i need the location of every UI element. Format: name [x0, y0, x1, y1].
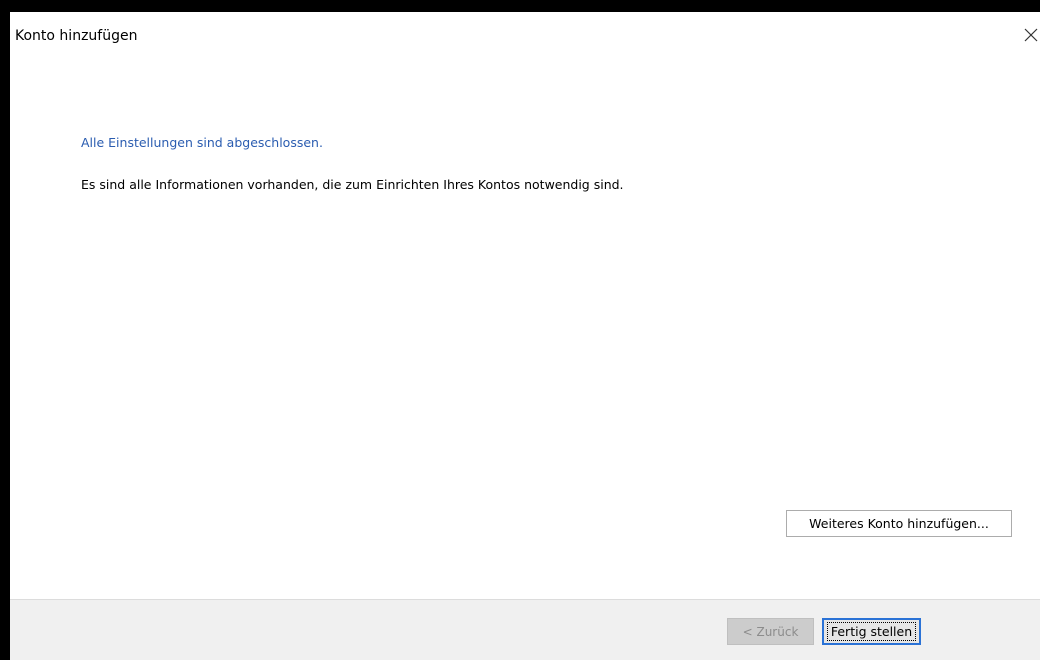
close-icon	[1024, 28, 1038, 42]
completion-description: Es sind alle Informationen vorhanden, di…	[81, 177, 624, 192]
dialog-content: Alle Einstellungen sind abgeschlossen. E…	[10, 62, 1040, 599]
finish-button-label: Fertig stellen	[826, 622, 917, 641]
window-title: Konto hinzufügen	[15, 28, 138, 44]
completion-heading: Alle Einstellungen sind abgeschlossen.	[81, 135, 323, 150]
back-button[interactable]: < Zurück	[727, 618, 814, 645]
add-account-dialog: Konto hinzufügen Alle Einstellungen sind…	[10, 12, 1040, 660]
dialog-footer: < Zurück Fertig stellen	[10, 599, 1040, 660]
close-button[interactable]	[996, 16, 1040, 54]
finish-button[interactable]: Fertig stellen	[822, 618, 921, 645]
add-another-account-button[interactable]: Weiteres Konto hinzufügen...	[786, 510, 1012, 537]
title-bar: Konto hinzufügen	[10, 12, 1040, 62]
